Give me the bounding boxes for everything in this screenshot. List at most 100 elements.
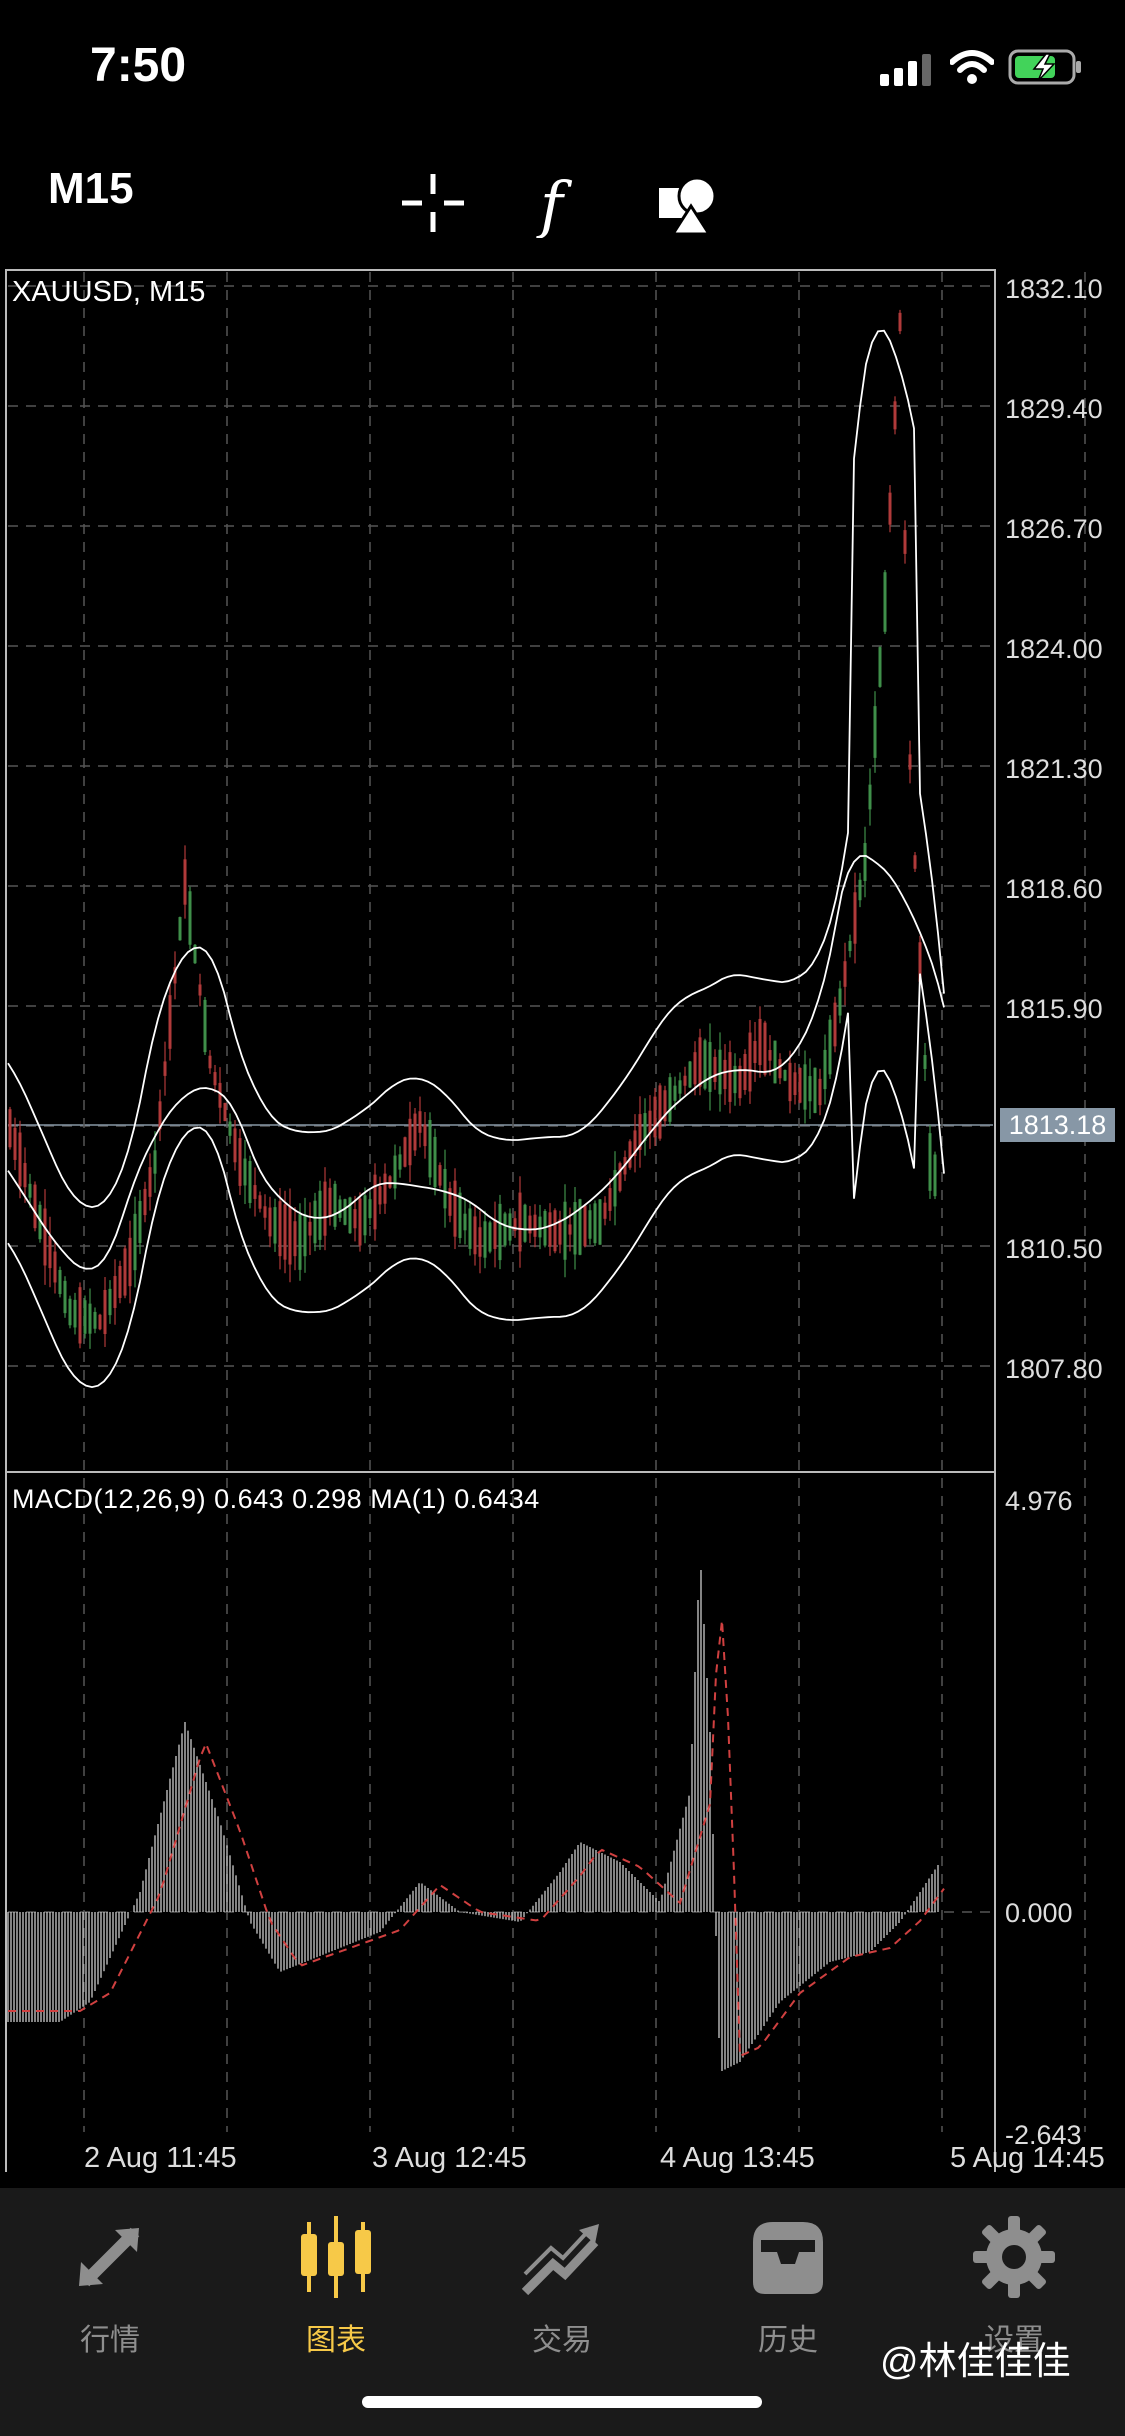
candle-body [763, 1022, 767, 1075]
candle-body [818, 1078, 822, 1106]
macd-tick: 4.976 [1005, 1486, 1073, 1516]
crosshair-icon[interactable] [398, 168, 468, 238]
time-label: 2 Aug 11:45 [84, 2142, 237, 2174]
candle-body [238, 1138, 242, 1186]
candle-body [78, 1287, 82, 1344]
candle-body [103, 1289, 107, 1335]
history-tray-icon [753, 2222, 823, 2294]
candle-body [293, 1221, 297, 1257]
current-price-label: 1813.18 [1000, 1108, 1115, 1142]
candle-body [333, 1183, 337, 1227]
candlestick-chart-icon [301, 2216, 371, 2298]
candle-body [838, 988, 842, 1016]
candle-body [283, 1204, 287, 1260]
candle-body [748, 1032, 752, 1092]
candle-body [408, 1118, 412, 1166]
candle-body [658, 1085, 662, 1139]
candle-body [63, 1280, 67, 1314]
candle-body [523, 1204, 527, 1242]
indicator-function-icon[interactable]: f [522, 168, 592, 238]
timeframe-button[interactable]: M15 [48, 164, 134, 214]
candle-body [273, 1207, 277, 1244]
candle-body [183, 859, 187, 905]
price-tick: 1818.60 [1005, 874, 1103, 904]
chart-area[interactable]: XAUUSD, M15 MACD(12,26,9) 0.643 0.298 MA… [0, 262, 1125, 2174]
candle-body [178, 917, 182, 941]
candle-body [803, 1064, 807, 1110]
candle-body [868, 784, 872, 810]
candle-body [718, 1049, 722, 1095]
candle-body [28, 1183, 32, 1198]
watermark: @林佳佳佳 [880, 2341, 1071, 2383]
candle-body [188, 891, 192, 945]
candle-body [303, 1214, 307, 1257]
candle-body [368, 1199, 372, 1219]
candle-body [228, 1121, 232, 1136]
home-indicator [362, 2396, 762, 2408]
candle-body [163, 1061, 167, 1076]
macd-tick: 0.000 [1005, 1898, 1073, 1928]
candle-body [218, 1082, 222, 1108]
candle-body [43, 1208, 47, 1266]
tab-quotes[interactable]: 行情 [30, 2212, 190, 2382]
candle-body [813, 1067, 817, 1113]
candle-body [603, 1202, 607, 1219]
candle-body [723, 1059, 727, 1090]
candle-body [848, 940, 852, 952]
candle-body [883, 572, 887, 632]
tab-label: 图表 [306, 2324, 366, 2357]
candle-body [468, 1208, 472, 1249]
candle-body [898, 312, 902, 332]
objects-shapes-icon[interactable] [655, 168, 725, 238]
candle-body [593, 1203, 597, 1244]
candle-body [243, 1158, 247, 1186]
candle-body [558, 1219, 562, 1245]
candle-body [588, 1210, 592, 1239]
time-label: 5 Aug 14:45 [950, 2142, 1105, 2174]
candle-body [798, 1067, 802, 1103]
candle-body [758, 1018, 762, 1066]
candle-body [358, 1198, 362, 1246]
candle-body [278, 1201, 282, 1257]
signal-icon [880, 54, 931, 86]
candle-body [378, 1186, 382, 1205]
price-tick: 1832.10 [1005, 274, 1103, 304]
price-tick: 1829.40 [1005, 394, 1103, 424]
candle-body [618, 1163, 622, 1191]
price-tick: 1807.80 [1005, 1354, 1103, 1384]
candle-body [913, 855, 917, 869]
candle-body [443, 1168, 447, 1209]
candle-body [863, 843, 867, 881]
svg-text:f: f [536, 168, 573, 238]
chart-canvas[interactable] [0, 262, 1125, 2172]
candle-body [608, 1188, 612, 1211]
candle-body [933, 1154, 937, 1197]
candle-body [923, 1055, 927, 1069]
candle-body [783, 1069, 787, 1081]
candle-body [853, 892, 857, 944]
candle-body [693, 1052, 697, 1085]
chart-toolbar: M15 f [0, 140, 1125, 260]
price-tick: 1810.50 [1005, 1234, 1103, 1264]
tab-trade[interactable]: 交易 [482, 2212, 642, 2382]
candle-body [893, 401, 897, 430]
candle-body [233, 1128, 237, 1163]
candle-body [533, 1214, 537, 1237]
candle-body [203, 999, 207, 1053]
candle-body [753, 1040, 757, 1064]
tab-chart[interactable]: 图表 [256, 2212, 416, 2382]
candle-body [263, 1206, 267, 1218]
candle-body [8, 1109, 12, 1148]
candle-body [343, 1199, 347, 1225]
tab-history[interactable]: 历史 [708, 2212, 868, 2382]
candle-body [458, 1192, 462, 1239]
status-time: 7:50 [90, 39, 187, 92]
candle-body [628, 1141, 632, 1168]
candle-body [518, 1192, 522, 1252]
time-label: 3 Aug 12:45 [372, 2142, 527, 2174]
candle-body [288, 1206, 292, 1265]
price-tick: 1821.30 [1005, 754, 1103, 784]
candle-body [308, 1221, 312, 1236]
candle-body [773, 1040, 777, 1084]
macd-signal-line [8, 1620, 945, 2058]
